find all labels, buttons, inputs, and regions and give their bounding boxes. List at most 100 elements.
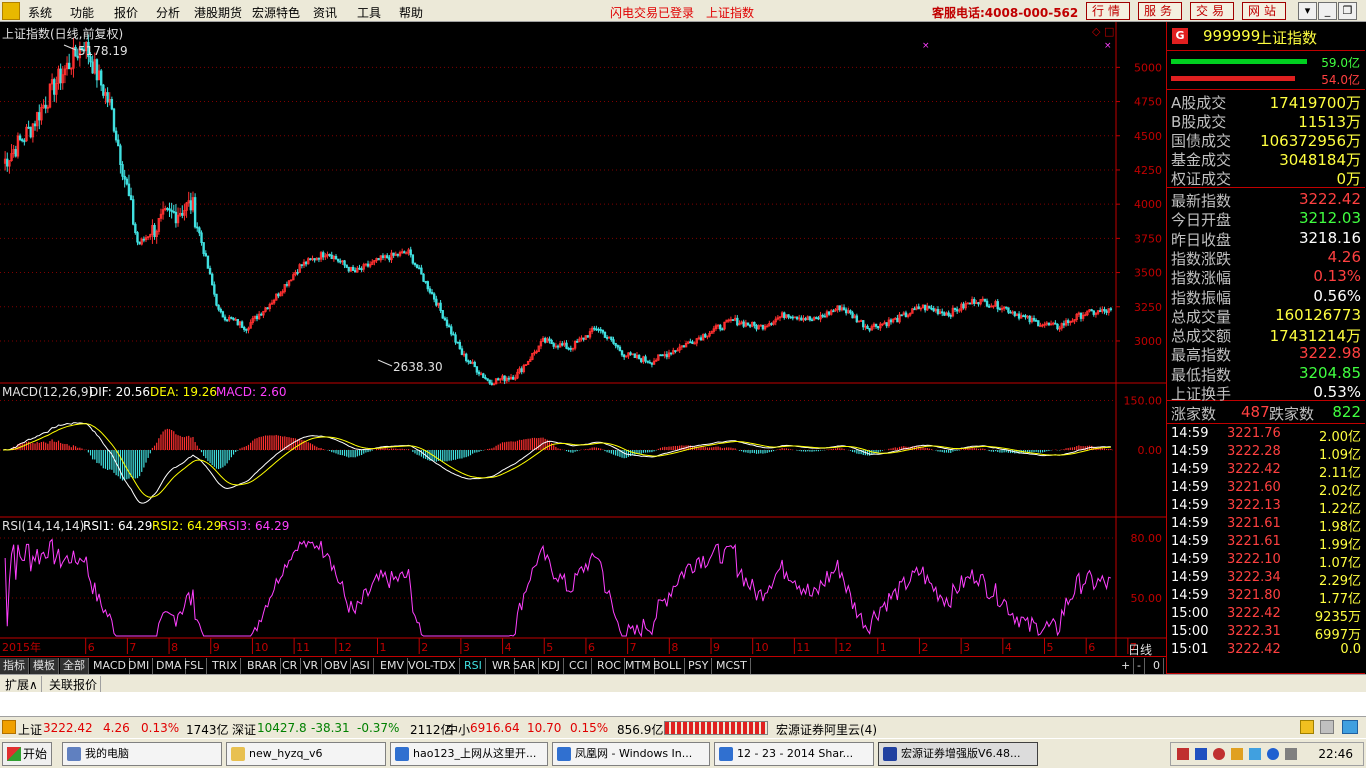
indicator-tab-模板[interactable]: 模板 [30,658,59,674]
indicator-tab-roc[interactable]: ROC [594,658,625,674]
chart-corner-icons[interactable]: ◇ □ [1092,25,1114,38]
tick-row[interactable]: 15:01 3222.42 0.0 [1167,642,1365,660]
minimize-icon[interactable]: _ [1318,2,1337,20]
menu-hk-futures[interactable]: 港股期货 [194,4,242,21]
indicator-tab-boll[interactable]: BOLL [650,658,686,674]
service-button[interactable]: 服务 [1138,2,1182,20]
indicator-tab-vr[interactable]: VR [300,658,323,674]
indicator-tab-trix[interactable]: TRIX [209,658,242,674]
candle-body [748,324,752,327]
indicator-tab-emv[interactable]: EMV [377,658,408,674]
stat-value: 0.13% [1313,267,1361,286]
volume-label: 基金成交 [1171,151,1232,169]
indicator-tab-bar: 指标 模板 全部 MACD DMI DMA FSL TRIX BRAR CR VR OBV ASI EMV… [0,656,1166,674]
indicator-tab-brar[interactable]: BRAR [244,658,281,674]
candle-body [465,353,468,362]
menu-tools[interactable]: 工具 [357,4,381,21]
candle-body [1066,320,1070,324]
tick-row[interactable]: 14:59 3222.13 1.22亿 [1167,498,1365,517]
tick-row[interactable]: 15:00 3222.31 6997万 [1167,624,1365,643]
menu-news[interactable]: 资讯 [313,4,337,21]
task-share[interactable]: 12 - 23 - 2014 Shar... [714,742,874,766]
volume-icon[interactable] [1285,748,1297,760]
bluetooth-icon[interactable] [1267,748,1279,760]
task-hao123[interactable]: hao123_上网从这里开... [390,742,548,766]
candle-body [593,327,596,330]
indicator-control[interactable]: + [1118,658,1135,674]
tick-row[interactable]: 14:59 3221.76 2.00亿 [1167,426,1365,445]
indicator-tab-asi[interactable]: ASI [349,658,374,674]
task-hongyuan[interactable]: 宏源证券增强版V6.48... [878,742,1038,766]
indicator-tab-dmi[interactable]: DMI [125,658,154,674]
indicator-control[interactable]: - [1134,658,1145,674]
tick-volume: 2.02亿 [1319,484,1361,499]
menu-function[interactable]: 功能 [70,4,94,21]
indicator-tab-obv[interactable]: OBV [321,658,352,674]
menu-help[interactable]: 帮助 [399,4,423,21]
tick-row[interactable]: 14:59 3221.61 1.99亿 [1167,534,1365,553]
rsi-line [4,538,1112,638]
indicator-tab-rsi[interactable]: RSI [461,658,486,674]
volume-label: 国债成交 [1171,132,1232,150]
flag-icon[interactable] [1177,748,1189,760]
tick-row[interactable]: 15:00 3222.42 9235万 [1167,606,1365,625]
start-button[interactable]: 开始 [2,742,52,766]
ime-icon[interactable] [1195,748,1207,760]
candle-body [106,92,109,103]
candle-body [1098,310,1102,313]
candle-body [576,341,579,343]
lock-icon[interactable] [1300,720,1314,734]
zx-price: 6916.64 [470,721,520,735]
tick-row[interactable]: 14:59 3222.28 1.09亿 [1167,444,1365,463]
candle-body [691,341,694,344]
expand-button[interactable]: 扩展∧ [2,676,42,693]
candle-body [603,331,607,338]
indicator-tab-mcst[interactable]: MCST [713,658,751,674]
indicator-tab-fsl[interactable]: FSL [181,658,208,674]
indicator-tab-全部[interactable]: 全部 [60,658,89,674]
indicator-tab-cci[interactable]: CCI [566,658,592,674]
menu-hongyuan[interactable]: 宏源特色 [252,4,300,21]
security-icon[interactable] [1213,748,1225,760]
dropdown-icon[interactable]: ▾ [1298,2,1317,20]
signal-icon[interactable] [1342,720,1358,734]
indicator-tab-sar[interactable]: SAR [510,658,540,674]
tick-row[interactable]: 14:59 3222.42 2.11亿 [1167,462,1365,481]
related-quote-button[interactable]: 关联报价 [46,676,102,693]
indicator-tab-vol-tdx[interactable]: VOL-TDX [405,658,460,674]
price-axis-label: 3750 [1134,232,1162,245]
clock[interactable]: 22:46 [1318,747,1353,761]
indicator-tab-psy[interactable]: PSY [685,658,713,674]
restore-icon[interactable]: ❐ [1338,2,1357,20]
tools-icon[interactable] [1320,720,1334,734]
tick-row[interactable]: 14:59 3222.10 1.07亿 [1167,552,1365,571]
task-my-computer[interactable]: 我的电脑 [62,742,222,766]
stat-row: 指数涨跌 4.26 [1167,248,1365,268]
candle-body [196,226,199,229]
candle-body [345,264,348,268]
indicator-tab-kdj[interactable]: KDJ [538,658,564,674]
chart-canvas[interactable]: 500047504500425040003750350032503000150.… [0,22,1166,656]
menu-analysis[interactable]: 分析 [156,4,180,21]
shield-icon[interactable] [1249,748,1261,760]
indicator-tab-macd[interactable]: MACD [90,658,130,674]
tick-row[interactable]: 14:59 3221.61 1.98亿 [1167,516,1365,535]
tick-row[interactable]: 14:59 3222.34 2.29亿 [1167,570,1365,589]
task-ifeng[interactable]: 凤凰网 - Windows In... [552,742,710,766]
indicator-tab-cr[interactable]: CR [279,658,302,674]
indicator-control[interactable]: 0 [1150,658,1164,674]
market-button[interactable]: 行情 [1086,2,1130,20]
task-folder[interactable]: new_hyzq_v6 [226,742,386,766]
volume-value: 17419700万 [1269,94,1361,112]
candle-body [605,337,609,339]
menu-quote[interactable]: 报价 [114,4,138,21]
website-button[interactable]: 网站 [1242,2,1286,20]
tick-row[interactable]: 14:59 3221.60 2.02亿 [1167,480,1365,499]
tick-row[interactable]: 14:59 3221.80 1.77亿 [1167,588,1365,607]
trade-button[interactable]: 交易 [1190,2,1234,20]
indicator-tab-指标[interactable]: 指标 [0,658,29,674]
tick-price: 3221.60 [1227,480,1281,495]
kline-chart-area[interactable]: 5000 4750 4500 4250 4000 3750 3500 3250 3000 150.… [0,22,1166,657]
menu-system[interactable]: 系统 [28,4,52,21]
network-icon[interactable] [1231,748,1243,760]
